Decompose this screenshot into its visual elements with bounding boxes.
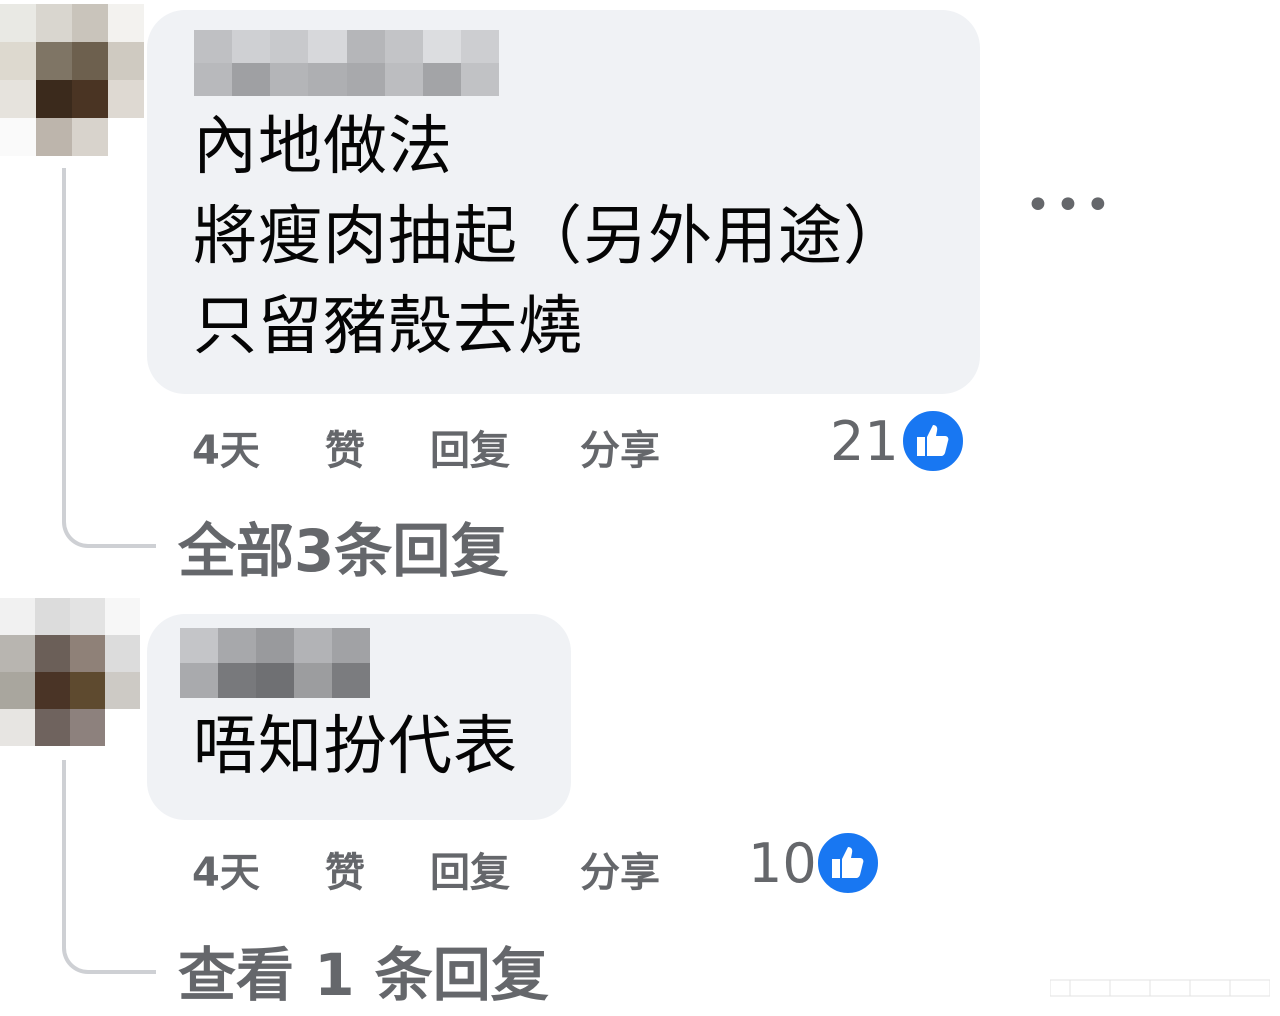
reaction-count[interactable]: 10 [748,832,817,895]
reply-button[interactable]: 回复 [430,418,510,476]
avatar[interactable] [0,4,144,156]
like-button[interactable]: 赞 [325,840,365,898]
share-button[interactable]: 分享 [580,418,660,476]
thumbs-up-icon[interactable] [900,408,966,474]
view-replies-link[interactable]: 查看 1 条回复 [178,928,549,1012]
comment-text-line: 內地做法 [193,110,453,184]
watermark [1050,979,1270,997]
timestamp[interactable]: 4天 [192,418,260,476]
comment-text-line: 只留豬殼去燒 [193,290,583,364]
avatar[interactable] [0,598,140,746]
view-replies-link[interactable]: 全部3条回复 [178,504,508,588]
reaction-count[interactable]: 21 [830,410,899,473]
timestamp[interactable]: 4天 [192,840,260,898]
comment-bubble: 內地做法 將瘦肉抽起（另外用途） 只留豬殼去燒 [147,10,980,394]
thread-line [62,168,156,548]
author-name[interactable] [180,628,370,698]
reply-button[interactable]: 回复 [430,840,510,898]
like-button[interactable]: 赞 [325,418,365,476]
more-horizontal-icon[interactable]: ••• [1025,180,1115,231]
thread-line [62,760,156,974]
thumbs-up-icon[interactable] [815,830,881,896]
comment-text-line: 將瘦肉抽起（另外用途） [193,200,908,274]
comment-bubble: 唔知扮代表 [147,614,571,820]
share-button[interactable]: 分享 [580,840,660,898]
comment-text-line: 唔知扮代表 [193,710,518,784]
author-name[interactable] [194,30,499,96]
